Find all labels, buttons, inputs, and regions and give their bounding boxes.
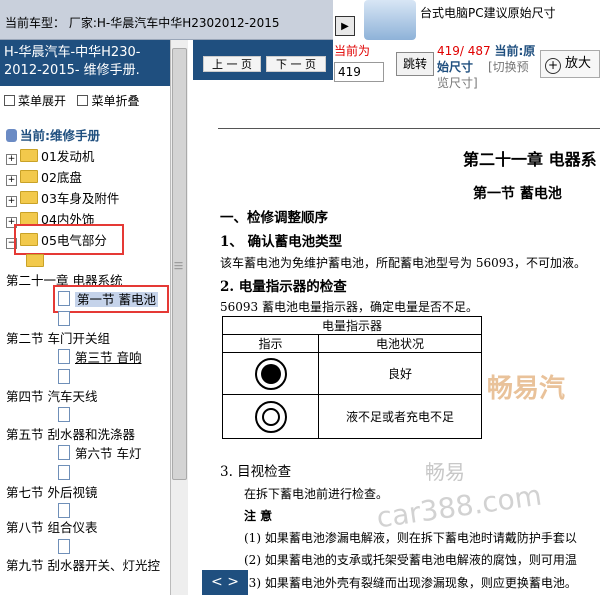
document-title: H-华晨汽车-中华H230-2012-2015- 维修手册. (0, 40, 170, 86)
zoom-in-icon: + (545, 58, 561, 74)
tree-folder-engine[interactable]: +01发动机 (0, 147, 94, 167)
tree-root[interactable]: 当前:维修手册 (0, 126, 100, 146)
grip-icon: — — — (174, 258, 183, 274)
play-icon: ▶ (341, 20, 349, 32)
page-icon (58, 503, 70, 518)
tree-item-cluster[interactable]: 第八节 组合仪表 (6, 518, 97, 538)
book-icon (6, 129, 17, 142)
tree-toolbar: 菜单展开 菜单折叠 (4, 92, 139, 109)
chapter-title: 第二十一章 电器系 (463, 150, 597, 169)
expand-all-button[interactable]: 菜单展开 (4, 94, 66, 108)
expand-plus-icon: + (6, 154, 17, 165)
page-icon (58, 369, 70, 384)
page-icon (58, 349, 70, 364)
highlight-box-page (53, 285, 169, 313)
page-icon (58, 311, 70, 326)
tree-item-page[interactable] (58, 464, 75, 484)
tree-item-page[interactable] (58, 368, 75, 388)
table-header-indicator: 指示 (222, 334, 319, 353)
tree-item-wiper[interactable]: 第五节 刮水器和洗涤器 (6, 425, 135, 445)
tree-item-page[interactable] (58, 538, 75, 558)
tree-item-page[interactable] (58, 310, 75, 330)
switch-preview-link[interactable]: [切换预 (488, 58, 529, 75)
switch-preview-link-continued[interactable]: 览尺寸] (437, 74, 478, 91)
tree-item-lamps[interactable]: 第六节 车灯 (58, 444, 141, 464)
header-rule (218, 128, 600, 129)
tree-item-page[interactable] (58, 406, 75, 426)
expand-plus-icon: + (6, 175, 17, 186)
folder-icon (20, 149, 38, 162)
note-title: 注 意 (244, 509, 273, 523)
tree-item-mirror[interactable]: 第七节 外后视镜 (6, 483, 97, 503)
tree-folder-chassis[interactable]: +02底盘 (0, 168, 82, 188)
page-label: 当前为 (334, 44, 371, 58)
table-header-status: 电池状况 (318, 334, 482, 353)
zoom-in-button[interactable]: + 放大 (540, 50, 600, 78)
folder-icon (20, 170, 38, 183)
highlight-box-folder (14, 224, 124, 255)
heading-visual-check: 3. 目视检查 (220, 464, 292, 480)
note-item: (1) 如果蓄电池渗漏电解液，则在拆下蓄电池时请戴防护手套以 (244, 531, 577, 545)
left-panel (0, 40, 170, 595)
folder-open-icon (26, 254, 44, 267)
prev-page-button[interactable]: 上 一 页 (203, 56, 261, 72)
heading-1: 一、检修调整顺序 (220, 210, 328, 226)
car-model-label: 当前车型： 厂家:H-华晨汽车中华H2302012-2015 (0, 0, 333, 40)
paragraph-indicator: 56093 蓄电池电量指示器，确定电量是否不足。 (220, 300, 478, 314)
paragraph-battery-type: 该车蓄电池为免维护蓄电池，所配蓄电池型号为 56093，不可加液。 (220, 256, 586, 270)
status-cell: 液不足或者充电不足 (318, 394, 482, 439)
watermark: 畅易汽 (487, 374, 566, 404)
banner-text: 台式电脑PC建议原始尺寸 (420, 6, 556, 20)
tree-subfolder[interactable] (26, 252, 47, 272)
indicator-cell (222, 352, 319, 395)
page-icon (58, 445, 70, 460)
indicator-cell (222, 394, 319, 439)
size-mode-label: 始尺寸 (437, 60, 474, 74)
expand-icon (4, 95, 15, 106)
indicator-good-icon (254, 357, 287, 390)
section-title: 第一节 蓄电池 (473, 186, 562, 202)
next-page-button[interactable]: 下 一 页 (266, 56, 326, 72)
page-icon (58, 407, 70, 422)
jump-button[interactable]: 跳转 (396, 52, 434, 76)
expand-plus-icon: + (6, 196, 17, 207)
page-count: 419/ 487 当前:原 (437, 44, 536, 58)
indicator-low-icon (254, 400, 287, 433)
table-caption: 电量指示器 (222, 316, 482, 335)
page-icon (58, 539, 70, 554)
toggle-panel-button[interactable]: ▶ (335, 16, 355, 36)
tree-item-antenna[interactable]: 第四节 汽车天线 (6, 387, 97, 407)
tree-item-door-switch[interactable]: 第二节 车门开关组 (6, 329, 110, 349)
status-cell: 良好 (318, 352, 482, 395)
heading-indicator-check: 2. 电量指示器的检查 (220, 279, 347, 295)
tree-item-wiper-switch[interactable]: 第九节 刮水器开关、灯光控 (6, 556, 170, 576)
collapse-all-button[interactable]: 菜单折叠 (77, 94, 139, 108)
table-row: 良好 (222, 352, 482, 395)
collapse-icon (77, 95, 89, 106)
watermark: 畅易 (425, 460, 465, 484)
indicator-table: 电量指示器 指示 电池状况 良好 液不足或者充电不足 (222, 316, 482, 439)
computer-icon (364, 0, 416, 40)
tree-folder-body[interactable]: +03车身及附件 (0, 189, 119, 209)
note-item: (2) 如果蓄电池的支承或托架受蓄电池电解液的腐蚀，则可用温 (244, 553, 577, 567)
folder-icon (20, 191, 38, 204)
table-row: 液不足或者充电不足 (222, 394, 482, 439)
tree-item-audio[interactable]: 第三节 音响 (58, 348, 141, 368)
note-item: (3) 如果蓄电池外壳有裂缝而出现渗漏现象，则应更换蓄电池。 (244, 576, 577, 590)
page-nav-arrows-button[interactable]: < > (202, 570, 248, 595)
heading-battery-type: 1、 确认蓄电池类型 (220, 234, 343, 250)
page-icon (58, 465, 70, 480)
page-number-input[interactable]: 419 (334, 62, 384, 82)
paragraph-visual-check: 在拆下蓄电池前进行检查。 (244, 487, 389, 501)
